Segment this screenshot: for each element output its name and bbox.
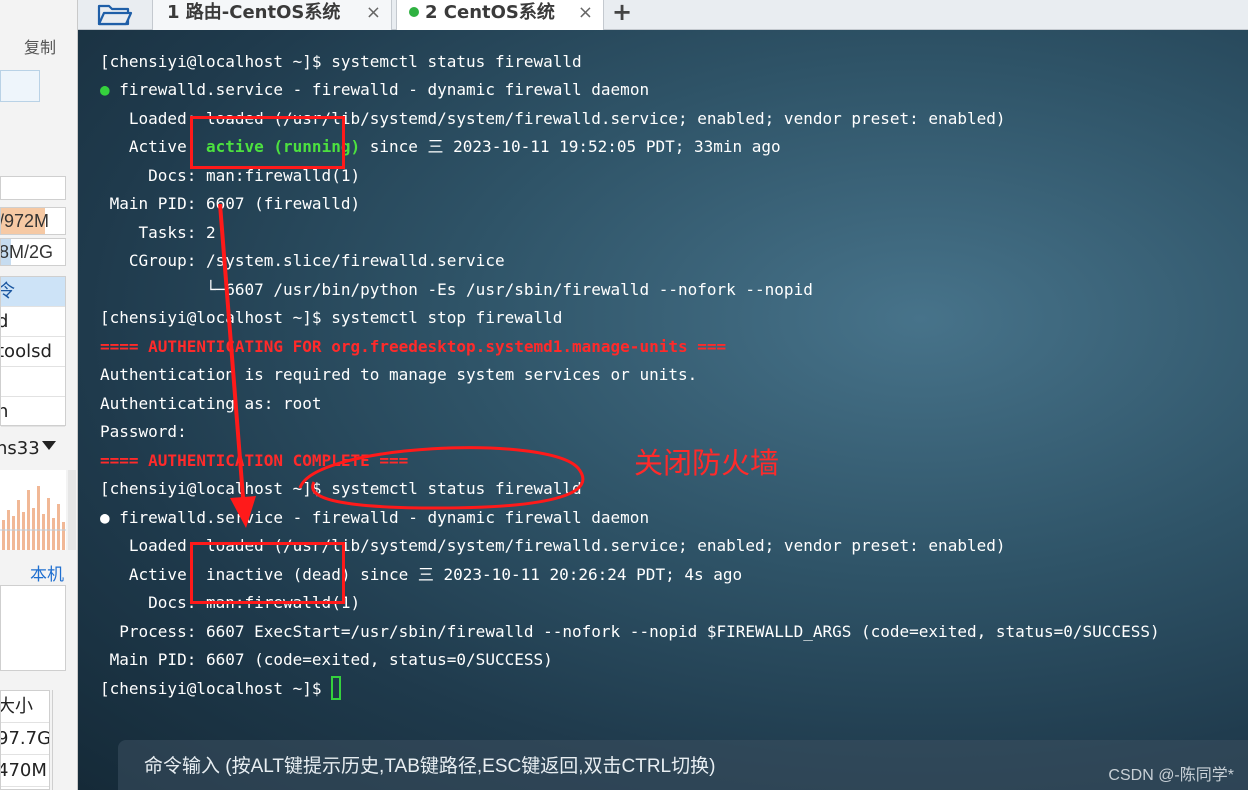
terminal-line: [chensiyi@localhost ~]$ systemctl status… [100, 52, 582, 71]
network-graph-bars [0, 486, 66, 550]
prompt-line[interactable]: [chensiyi@localhost ~]$ [100, 675, 342, 703]
terminal-text: since 三 2023-10-11 19:52:05 PDT; 33min a… [360, 137, 781, 156]
folder-icon[interactable] [96, 2, 134, 26]
process-list: 令 d toolsd h [0, 276, 66, 427]
process-row[interactable]: 令 [1, 277, 65, 307]
copy-button[interactable]: 复制 [24, 34, 56, 58]
swap-usage: 8M/2G [0, 238, 66, 266]
terminal-line: Tasks: 2 [100, 223, 216, 242]
chevron-down-icon[interactable] [42, 441, 56, 450]
close-icon[interactable]: × [366, 0, 381, 26]
command-input-bar[interactable]: 命令输入 (按ALT键提示历史,TAB键路径,ESC键返回,双击CTRL切换) [118, 740, 1248, 790]
annotation-box-running [190, 116, 345, 169]
process-row[interactable]: h [1, 397, 65, 427]
cpu-bar [0, 176, 66, 200]
prompt-text: [chensiyi@localhost ~]$ [100, 679, 332, 698]
disk-panel [0, 585, 66, 671]
terminal-line: Main PID: 6607 (firewalld) [100, 194, 361, 213]
terminal-line: Authenticating as: root [100, 394, 322, 413]
network-interface-select[interactable]: ns33 [0, 438, 40, 459]
terminal-line: CGroup: /system.slice/firewalld.service [100, 251, 505, 270]
process-row[interactable]: d [1, 307, 65, 337]
process-row[interactable]: toolsd [1, 337, 65, 367]
auth-complete-banner: ==== AUTHENTICATION COMPLETE === [100, 451, 409, 470]
connected-status-icon [409, 7, 419, 17]
disk-header-size: 大小 [1, 691, 49, 723]
local-tab[interactable]: 本机 [30, 560, 64, 585]
tab-session-1[interactable]: 1 路由-CentOS系统 × [152, 0, 392, 30]
annotation-box-dead [190, 542, 345, 604]
terminal-line: ● firewalld.service - firewalld - dynami… [100, 508, 650, 527]
add-tab-icon[interactable]: + [612, 0, 632, 26]
terminal-line: ● firewalld.service - firewalld - dynami… [100, 76, 649, 104]
terminal-line: [chensiyi@localhost ~]$ systemctl status… [100, 479, 582, 498]
active-status-icon: ● [100, 80, 110, 99]
scrollbar[interactable] [68, 470, 76, 550]
annotation-label: 关闭防火墙 [634, 446, 780, 480]
terminal[interactable]: [chensiyi@localhost ~]$ systemctl status… [78, 30, 1248, 790]
tab-bar: 1 路由-CentOS系统 × 2 CentOS系统 × + [78, 0, 1248, 30]
tab-label: 2 CentOS系统 [425, 2, 555, 23]
disk-list: 大小 97.7G 470M [0, 690, 50, 790]
terminal-line: Authentication is required to manage sys… [100, 365, 698, 384]
process-row[interactable] [1, 367, 65, 397]
disk-row[interactable]: 470M [1, 755, 49, 787]
tab-session-2[interactable]: 2 CentOS系统 × [396, 0, 604, 30]
side-panel: 复制 /972M 8M/2G 令 d toolsd h ns33 本机 大小 [0, 0, 78, 790]
terminal-line: Password: [100, 422, 187, 441]
info-box [0, 70, 40, 102]
disk-row[interactable]: 97.7G [1, 723, 49, 755]
auth-banner: ==== AUTHENTICATING FOR org.freedesktop.… [100, 337, 727, 356]
terminal-line: Process: 6607 ExecStart=/usr/sbin/firewa… [100, 622, 1160, 641]
command-input-hint: 命令输入 (按ALT键提示历史,TAB键路径,ESC键返回,双击CTRL切换) [144, 756, 716, 777]
terminal-line: [chensiyi@localhost ~]$ systemctl stop f… [100, 308, 563, 327]
memory-usage: /972M [0, 207, 66, 235]
text-cursor [331, 676, 342, 700]
close-icon[interactable]: × [578, 0, 593, 26]
network-graph [0, 470, 66, 550]
watermark: CSDN @-陈同学* [1108, 767, 1234, 784]
terminal-line: └─6607 /usr/bin/python -Es /usr/sbin/fir… [100, 280, 813, 299]
terminal-line: Main PID: 6607 (code=exited, status=0/SU… [100, 650, 553, 669]
tab-label: 1 路由-CentOS系统 [167, 2, 341, 23]
scrollbar[interactable] [52, 690, 76, 790]
terminal-text: firewalld.service - firewalld - dynamic … [109, 80, 650, 99]
